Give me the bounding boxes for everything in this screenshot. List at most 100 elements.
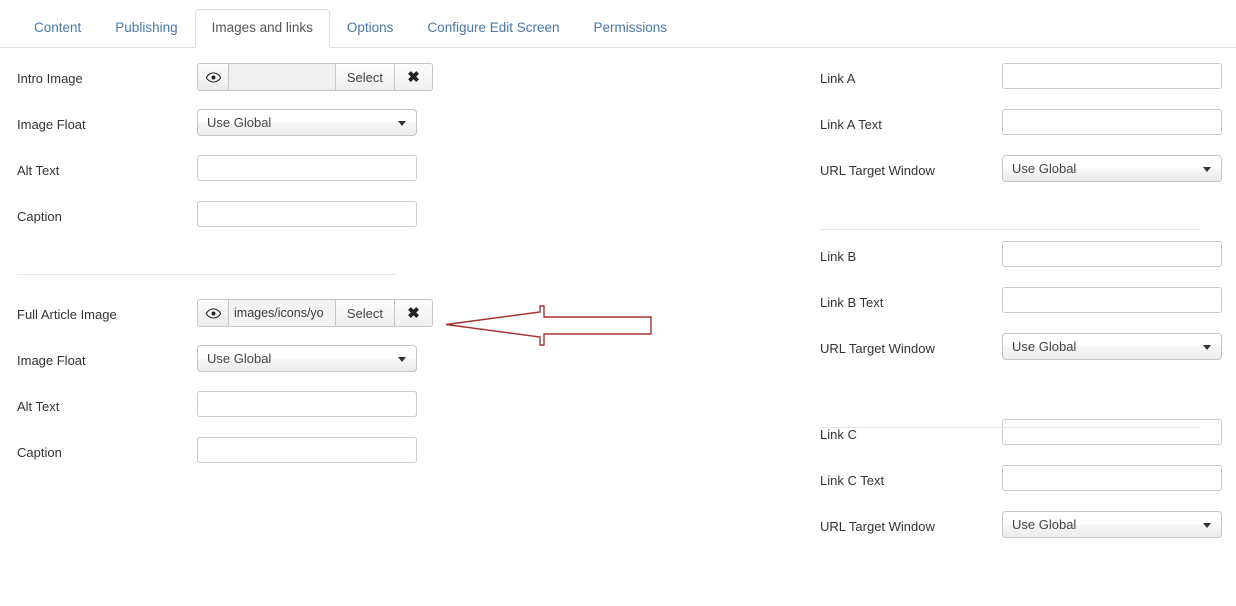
intro-alt-text-control bbox=[197, 155, 417, 181]
full-image-float-label: Image Float bbox=[17, 353, 86, 368]
chevron-down-icon bbox=[1203, 345, 1211, 350]
divider-images-sections bbox=[17, 274, 396, 275]
url-target-window-b-control: Use Global bbox=[1002, 333, 1222, 360]
chevron-down-icon bbox=[1203, 167, 1211, 172]
eye-icon[interactable] bbox=[198, 300, 229, 326]
link-c-text-label: Link C Text bbox=[820, 473, 885, 488]
intro-image-control: Select ✖ bbox=[197, 63, 433, 91]
chevron-down-icon bbox=[1203, 523, 1211, 528]
field-row-link-a-text: Link A Text bbox=[820, 104, 1222, 150]
field-row-link-b: Link B bbox=[820, 236, 1222, 282]
intro-image-select-button[interactable]: Select bbox=[334, 64, 395, 90]
tab-bar: Content Publishing Images and links Opti… bbox=[0, 0, 1236, 48]
full-caption-control bbox=[197, 437, 417, 463]
chevron-down-icon bbox=[398, 357, 406, 362]
link-a-control bbox=[1002, 63, 1222, 89]
link-a-text-label: Link A Text bbox=[820, 117, 882, 132]
field-row-intro-image: Intro Image Select ✖ bbox=[17, 58, 437, 104]
intro-image-float-select[interactable]: Use Global bbox=[197, 109, 417, 136]
url-target-window-a-label: URL Target Window bbox=[820, 163, 935, 178]
intro-image-float-value: Use Global bbox=[207, 115, 272, 130]
link-b-text-control bbox=[1002, 287, 1222, 313]
chevron-down-icon bbox=[398, 121, 406, 126]
link-c-label: Link C bbox=[820, 427, 857, 442]
intro-caption-label: Caption bbox=[17, 209, 62, 224]
intro-image-clear-button[interactable]: ✖ bbox=[395, 64, 432, 90]
annotation-arrow-icon bbox=[445, 305, 652, 346]
field-row-full-article-image: Full Article Image images/icons/yo Selec… bbox=[17, 294, 437, 340]
full-article-image-label: Full Article Image bbox=[17, 307, 117, 322]
tab-list: Content Publishing Images and links Opti… bbox=[17, 9, 684, 48]
close-x-icon: ✖ bbox=[407, 68, 420, 86]
link-b-control bbox=[1002, 241, 1222, 267]
intro-section-spacer bbox=[17, 242, 437, 294]
link-c-text-input[interactable] bbox=[1002, 465, 1222, 491]
tab-options[interactable]: Options bbox=[330, 9, 411, 48]
full-article-image-select-button[interactable]: Select bbox=[334, 300, 395, 326]
field-row-link-c: Link C bbox=[820, 414, 1222, 460]
url-target-window-c-label: URL Target Window bbox=[820, 519, 935, 534]
link-b-label: Link B bbox=[820, 249, 857, 264]
url-target-window-b-select[interactable]: Use Global bbox=[1002, 333, 1222, 360]
intro-alt-text-input[interactable] bbox=[197, 155, 417, 181]
full-image-float-value: Use Global bbox=[207, 351, 272, 366]
field-row-full-caption: Caption bbox=[17, 432, 437, 478]
divider-link-a-b bbox=[820, 229, 1200, 230]
intro-image-label: Intro Image bbox=[17, 71, 83, 86]
link-c-control bbox=[1002, 419, 1222, 445]
link-a-input[interactable] bbox=[1002, 63, 1222, 89]
tab-publishing[interactable]: Publishing bbox=[98, 9, 194, 48]
full-caption-label: Caption bbox=[17, 445, 62, 460]
field-row-intro-image-float: Image Float Use Global bbox=[17, 104, 437, 150]
url-target-window-a-control: Use Global bbox=[1002, 155, 1222, 182]
full-image-float-control: Use Global bbox=[197, 345, 417, 372]
tab-permissions[interactable]: Permissions bbox=[577, 9, 685, 48]
field-row-intro-caption: Caption bbox=[17, 196, 437, 242]
field-row-url-target-window-a: URL Target Window Use Global bbox=[820, 150, 1222, 196]
link-a-label: Link A bbox=[820, 71, 856, 86]
tab-images-and-links[interactable]: Images and links bbox=[194, 9, 330, 48]
intro-alt-text-label: Alt Text bbox=[17, 163, 60, 178]
full-article-image-path-input[interactable]: images/icons/yo bbox=[229, 300, 335, 326]
full-article-image-control: images/icons/yo Select ✖ bbox=[197, 299, 433, 327]
intro-caption-control bbox=[197, 201, 417, 227]
link-a-section-spacer bbox=[820, 196, 1220, 236]
url-target-window-b-value: Use Global bbox=[1012, 339, 1077, 354]
intro-image-path-input[interactable] bbox=[229, 64, 335, 90]
full-article-image-clear-button[interactable]: ✖ bbox=[395, 300, 432, 326]
field-row-intro-alt-text: Alt Text bbox=[17, 150, 437, 196]
full-image-float-select[interactable]: Use Global bbox=[197, 345, 417, 372]
intro-caption-input[interactable] bbox=[197, 201, 417, 227]
intro-image-float-label: Image Float bbox=[17, 117, 86, 132]
link-b-input[interactable] bbox=[1002, 241, 1222, 267]
url-target-window-c-control: Use Global bbox=[1002, 511, 1222, 538]
divider-link-b-c bbox=[820, 427, 1200, 428]
field-row-link-b-text: Link B Text bbox=[820, 282, 1222, 328]
eye-icon[interactable] bbox=[198, 64, 229, 90]
url-target-window-a-value: Use Global bbox=[1012, 161, 1077, 176]
field-row-url-target-window-b: URL Target Window Use Global bbox=[820, 328, 1222, 374]
full-caption-input[interactable] bbox=[197, 437, 417, 463]
full-article-image-media-group: images/icons/yo Select ✖ bbox=[197, 299, 433, 327]
full-alt-text-input[interactable] bbox=[197, 391, 417, 417]
link-b-text-label: Link B Text bbox=[820, 295, 884, 310]
images-column: Intro Image Select ✖ Image Float Use Glo… bbox=[17, 58, 437, 478]
intro-image-float-control: Use Global bbox=[197, 109, 417, 136]
field-row-link-c-text: Link C Text bbox=[820, 460, 1222, 506]
link-c-input[interactable] bbox=[1002, 419, 1222, 445]
full-alt-text-control bbox=[197, 391, 417, 417]
link-a-text-input[interactable] bbox=[1002, 109, 1222, 135]
field-row-url-target-window-c: URL Target Window Use Global bbox=[820, 506, 1222, 552]
url-target-window-b-label: URL Target Window bbox=[820, 341, 935, 356]
url-target-window-a-select[interactable]: Use Global bbox=[1002, 155, 1222, 182]
field-row-full-alt-text: Alt Text bbox=[17, 386, 437, 432]
url-target-window-c-select[interactable]: Use Global bbox=[1002, 511, 1222, 538]
links-column: Link A Link A Text URL Target Window Use… bbox=[820, 58, 1222, 552]
link-b-text-input[interactable] bbox=[1002, 287, 1222, 313]
full-alt-text-label: Alt Text bbox=[17, 399, 60, 414]
link-a-text-control bbox=[1002, 109, 1222, 135]
tab-configure-edit-screen[interactable]: Configure Edit Screen bbox=[410, 9, 576, 48]
field-row-link-a: Link A bbox=[820, 58, 1222, 104]
tab-content[interactable]: Content bbox=[17, 9, 98, 48]
link-c-text-control bbox=[1002, 465, 1222, 491]
